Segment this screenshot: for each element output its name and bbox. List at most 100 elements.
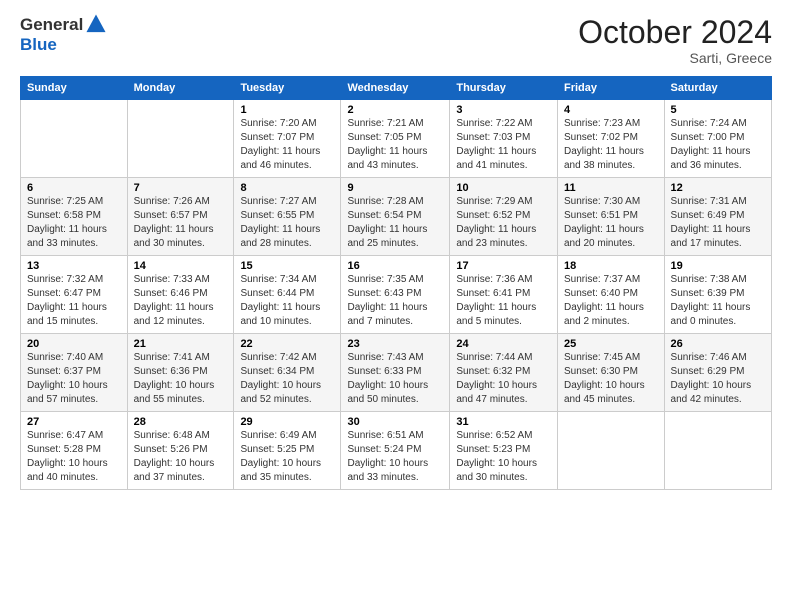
day-info: Sunrise: 7:46 AMSunset: 6:29 PMDaylight:… <box>671 351 765 407</box>
week-row-4: 27Sunrise: 6:47 AMSunset: 5:28 PMDayligh… <box>21 412 772 490</box>
calendar-header-row: SundayMondayTuesdayWednesdayThursdayFrid… <box>21 77 772 100</box>
logo-icon <box>85 13 107 35</box>
day-info: Sunrise: 7:37 AMSunset: 6:40 PMDaylight:… <box>564 273 658 329</box>
day-info: Sunrise: 6:49 AMSunset: 5:25 PMDaylight:… <box>240 429 334 485</box>
day-info: Sunrise: 7:23 AMSunset: 7:02 PMDaylight:… <box>564 117 658 173</box>
day-cell: 17Sunrise: 7:36 AMSunset: 6:41 PMDayligh… <box>450 256 558 334</box>
col-header-wednesday: Wednesday <box>341 77 450 100</box>
day-number: 29 <box>240 416 334 428</box>
day-cell: 1Sunrise: 7:20 AMSunset: 7:07 PMDaylight… <box>234 100 341 178</box>
day-cell: 25Sunrise: 7:45 AMSunset: 6:30 PMDayligh… <box>558 334 665 412</box>
day-number: 11 <box>564 182 658 194</box>
page: General Blue October 2024 Sarti, Greece … <box>0 0 792 612</box>
day-number: 10 <box>456 182 551 194</box>
day-cell: 19Sunrise: 7:38 AMSunset: 6:39 PMDayligh… <box>664 256 771 334</box>
day-info: Sunrise: 7:40 AMSunset: 6:37 PMDaylight:… <box>27 351 121 407</box>
day-cell: 15Sunrise: 7:34 AMSunset: 6:44 PMDayligh… <box>234 256 341 334</box>
logo-general-text: General <box>20 15 83 34</box>
logo: General Blue <box>20 15 107 55</box>
day-number: 18 <box>564 260 658 272</box>
header: General Blue October 2024 Sarti, Greece <box>20 15 772 66</box>
day-cell: 11Sunrise: 7:30 AMSunset: 6:51 PMDayligh… <box>558 178 665 256</box>
day-number: 30 <box>347 416 443 428</box>
day-info: Sunrise: 7:24 AMSunset: 7:00 PMDaylight:… <box>671 117 765 173</box>
day-number: 7 <box>134 182 228 194</box>
day-cell: 13Sunrise: 7:32 AMSunset: 6:47 PMDayligh… <box>21 256 128 334</box>
day-info: Sunrise: 7:44 AMSunset: 6:32 PMDaylight:… <box>456 351 551 407</box>
day-cell: 12Sunrise: 7:31 AMSunset: 6:49 PMDayligh… <box>664 178 771 256</box>
col-header-saturday: Saturday <box>664 77 771 100</box>
day-info: Sunrise: 7:29 AMSunset: 6:52 PMDaylight:… <box>456 195 551 251</box>
day-info: Sunrise: 6:47 AMSunset: 5:28 PMDaylight:… <box>27 429 121 485</box>
day-cell <box>664 412 771 490</box>
day-cell: 10Sunrise: 7:29 AMSunset: 6:52 PMDayligh… <box>450 178 558 256</box>
day-info: Sunrise: 7:20 AMSunset: 7:07 PMDaylight:… <box>240 117 334 173</box>
day-cell: 26Sunrise: 7:46 AMSunset: 6:29 PMDayligh… <box>664 334 771 412</box>
day-cell: 2Sunrise: 7:21 AMSunset: 7:05 PMDaylight… <box>341 100 450 178</box>
day-number: 5 <box>671 104 765 116</box>
day-cell: 9Sunrise: 7:28 AMSunset: 6:54 PMDaylight… <box>341 178 450 256</box>
day-cell: 5Sunrise: 7:24 AMSunset: 7:00 PMDaylight… <box>664 100 771 178</box>
day-number: 12 <box>671 182 765 194</box>
day-info: Sunrise: 7:22 AMSunset: 7:03 PMDaylight:… <box>456 117 551 173</box>
day-info: Sunrise: 7:32 AMSunset: 6:47 PMDaylight:… <box>27 273 121 329</box>
day-info: Sunrise: 7:43 AMSunset: 6:33 PMDaylight:… <box>347 351 443 407</box>
day-cell: 8Sunrise: 7:27 AMSunset: 6:55 PMDaylight… <box>234 178 341 256</box>
day-number: 23 <box>347 338 443 350</box>
col-header-friday: Friday <box>558 77 665 100</box>
day-info: Sunrise: 6:48 AMSunset: 5:26 PMDaylight:… <box>134 429 228 485</box>
day-info: Sunrise: 7:45 AMSunset: 6:30 PMDaylight:… <box>564 351 658 407</box>
week-row-3: 20Sunrise: 7:40 AMSunset: 6:37 PMDayligh… <box>21 334 772 412</box>
col-header-sunday: Sunday <box>21 77 128 100</box>
day-cell: 7Sunrise: 7:26 AMSunset: 6:57 PMDaylight… <box>127 178 234 256</box>
day-cell: 28Sunrise: 6:48 AMSunset: 5:26 PMDayligh… <box>127 412 234 490</box>
day-info: Sunrise: 7:38 AMSunset: 6:39 PMDaylight:… <box>671 273 765 329</box>
title-block: October 2024 Sarti, Greece <box>578 15 772 66</box>
day-cell: 6Sunrise: 7:25 AMSunset: 6:58 PMDaylight… <box>21 178 128 256</box>
day-number: 24 <box>456 338 551 350</box>
day-number: 28 <box>134 416 228 428</box>
day-info: Sunrise: 6:51 AMSunset: 5:24 PMDaylight:… <box>347 429 443 485</box>
day-cell: 31Sunrise: 6:52 AMSunset: 5:23 PMDayligh… <box>450 412 558 490</box>
day-number: 13 <box>27 260 121 272</box>
day-cell: 16Sunrise: 7:35 AMSunset: 6:43 PMDayligh… <box>341 256 450 334</box>
day-number: 31 <box>456 416 551 428</box>
day-info: Sunrise: 7:30 AMSunset: 6:51 PMDaylight:… <box>564 195 658 251</box>
day-info: Sunrise: 7:35 AMSunset: 6:43 PMDaylight:… <box>347 273 443 329</box>
day-number: 3 <box>456 104 551 116</box>
calendar: SundayMondayTuesdayWednesdayThursdayFrid… <box>20 76 772 490</box>
day-number: 8 <box>240 182 334 194</box>
month-title: October 2024 <box>578 15 772 50</box>
day-number: 6 <box>27 182 121 194</box>
day-number: 15 <box>240 260 334 272</box>
col-header-tuesday: Tuesday <box>234 77 341 100</box>
day-cell: 22Sunrise: 7:42 AMSunset: 6:34 PMDayligh… <box>234 334 341 412</box>
location: Sarti, Greece <box>578 50 772 66</box>
day-number: 20 <box>27 338 121 350</box>
day-number: 9 <box>347 182 443 194</box>
day-cell: 27Sunrise: 6:47 AMSunset: 5:28 PMDayligh… <box>21 412 128 490</box>
day-cell <box>127 100 234 178</box>
day-cell: 23Sunrise: 7:43 AMSunset: 6:33 PMDayligh… <box>341 334 450 412</box>
week-row-0: 1Sunrise: 7:20 AMSunset: 7:07 PMDaylight… <box>21 100 772 178</box>
day-cell: 29Sunrise: 6:49 AMSunset: 5:25 PMDayligh… <box>234 412 341 490</box>
day-cell <box>21 100 128 178</box>
day-number: 17 <box>456 260 551 272</box>
day-cell: 30Sunrise: 6:51 AMSunset: 5:24 PMDayligh… <box>341 412 450 490</box>
day-cell: 3Sunrise: 7:22 AMSunset: 7:03 PMDaylight… <box>450 100 558 178</box>
day-number: 21 <box>134 338 228 350</box>
day-info: Sunrise: 7:21 AMSunset: 7:05 PMDaylight:… <box>347 117 443 173</box>
day-cell: 24Sunrise: 7:44 AMSunset: 6:32 PMDayligh… <box>450 334 558 412</box>
day-number: 14 <box>134 260 228 272</box>
day-number: 2 <box>347 104 443 116</box>
day-cell <box>558 412 665 490</box>
day-info: Sunrise: 7:31 AMSunset: 6:49 PMDaylight:… <box>671 195 765 251</box>
day-number: 27 <box>27 416 121 428</box>
day-info: Sunrise: 7:26 AMSunset: 6:57 PMDaylight:… <box>134 195 228 251</box>
day-cell: 14Sunrise: 7:33 AMSunset: 6:46 PMDayligh… <box>127 256 234 334</box>
week-row-2: 13Sunrise: 7:32 AMSunset: 6:47 PMDayligh… <box>21 256 772 334</box>
day-number: 16 <box>347 260 443 272</box>
logo-blue: Blue <box>20 35 107 55</box>
day-info: Sunrise: 7:28 AMSunset: 6:54 PMDaylight:… <box>347 195 443 251</box>
day-cell: 21Sunrise: 7:41 AMSunset: 6:36 PMDayligh… <box>127 334 234 412</box>
